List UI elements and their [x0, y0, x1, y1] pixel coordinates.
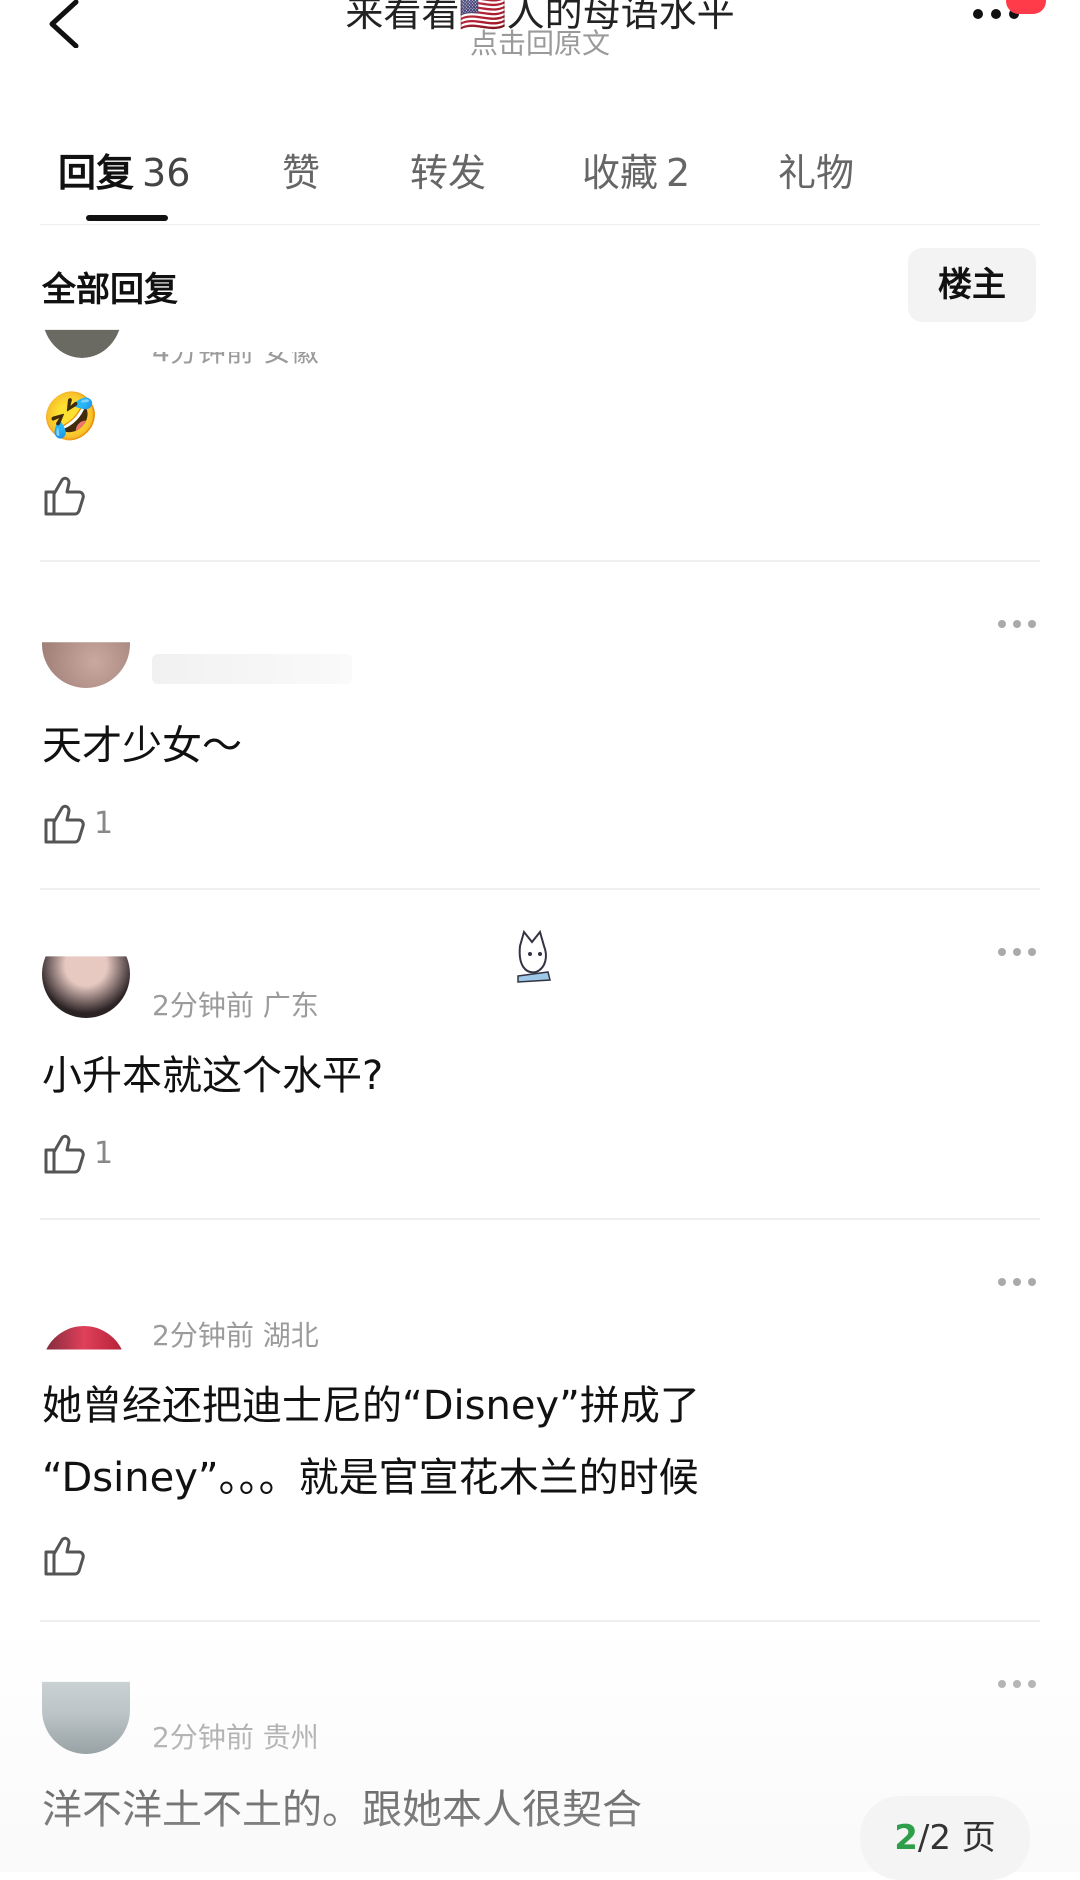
thumb-up-icon[interactable]	[42, 474, 86, 518]
divider	[40, 1620, 1040, 1622]
tab-likes[interactable]: 赞	[282, 142, 320, 197]
cat-sticker-icon	[517, 929, 551, 983]
more-dots-icon[interactable]	[996, 618, 1038, 630]
comment-text-line2: “Dsiney”。。。就是官宣花木兰的时候	[42, 1455, 699, 1501]
comment-meta: 2分钟前 贵州	[152, 1721, 319, 1754]
like-count: 1	[94, 806, 114, 841]
divider	[40, 224, 1040, 225]
blurred-username	[152, 654, 352, 684]
more-dots-icon[interactable]	[996, 1276, 1038, 1288]
more-dots-icon[interactable]	[996, 1678, 1038, 1690]
tab-forwards[interactable]: 转发	[410, 142, 486, 197]
comment-text: 天才少女～	[42, 723, 242, 769]
comment-text-line1: 她曾经还把迪士尼的“Disney”拼成了	[42, 1383, 700, 1429]
comment-text: 🤣	[42, 389, 100, 443]
all-replies-label: 全部回复	[42, 270, 178, 310]
thumb-up-icon[interactable]	[42, 802, 86, 846]
notification-badge	[1006, 0, 1046, 14]
current-page: 2	[894, 1818, 918, 1858]
comment-meta: 4分钟前 安徽	[152, 335, 319, 368]
back-to-original-link[interactable]: 点击回原文	[0, 22, 1080, 62]
divider	[40, 1218, 1040, 1220]
tab-gifts[interactable]: 礼物	[778, 142, 854, 197]
thumb-up-icon[interactable]	[42, 1132, 86, 1176]
tab-replies[interactable]: 回复 36	[58, 142, 190, 197]
page-total: /2 页	[917, 1818, 996, 1858]
comment-meta: 2分钟前 湖北	[152, 1319, 319, 1352]
avatar[interactable]	[42, 1681, 130, 1754]
comment-meta: 2分钟前 广东	[152, 989, 319, 1022]
owner-only-button[interactable]: 楼主	[908, 248, 1036, 322]
page-indicator[interactable]: 2/2 页	[860, 1796, 1030, 1880]
tab-favorites[interactable]: 收藏 2	[582, 142, 690, 197]
tab-bar: 回复 36 赞 转发 收藏 2 礼物	[0, 120, 1080, 230]
avatar[interactable]	[42, 956, 130, 1018]
comment-text: 小升本就这个水平?	[42, 1053, 384, 1099]
thumb-up-icon[interactable]	[42, 1534, 86, 1578]
top-bar: 来看看🇺🇸人的母语水平 点击回原文	[0, 0, 1080, 70]
like-count: 1	[94, 1136, 114, 1171]
divider	[40, 560, 1040, 562]
more-dots-icon[interactable]	[996, 946, 1038, 958]
avatar[interactable]	[42, 642, 130, 688]
comment-text: 洋不洋土不土的。跟她本人很契合	[42, 1787, 642, 1833]
active-tab-indicator	[86, 215, 168, 221]
divider	[40, 888, 1040, 890]
